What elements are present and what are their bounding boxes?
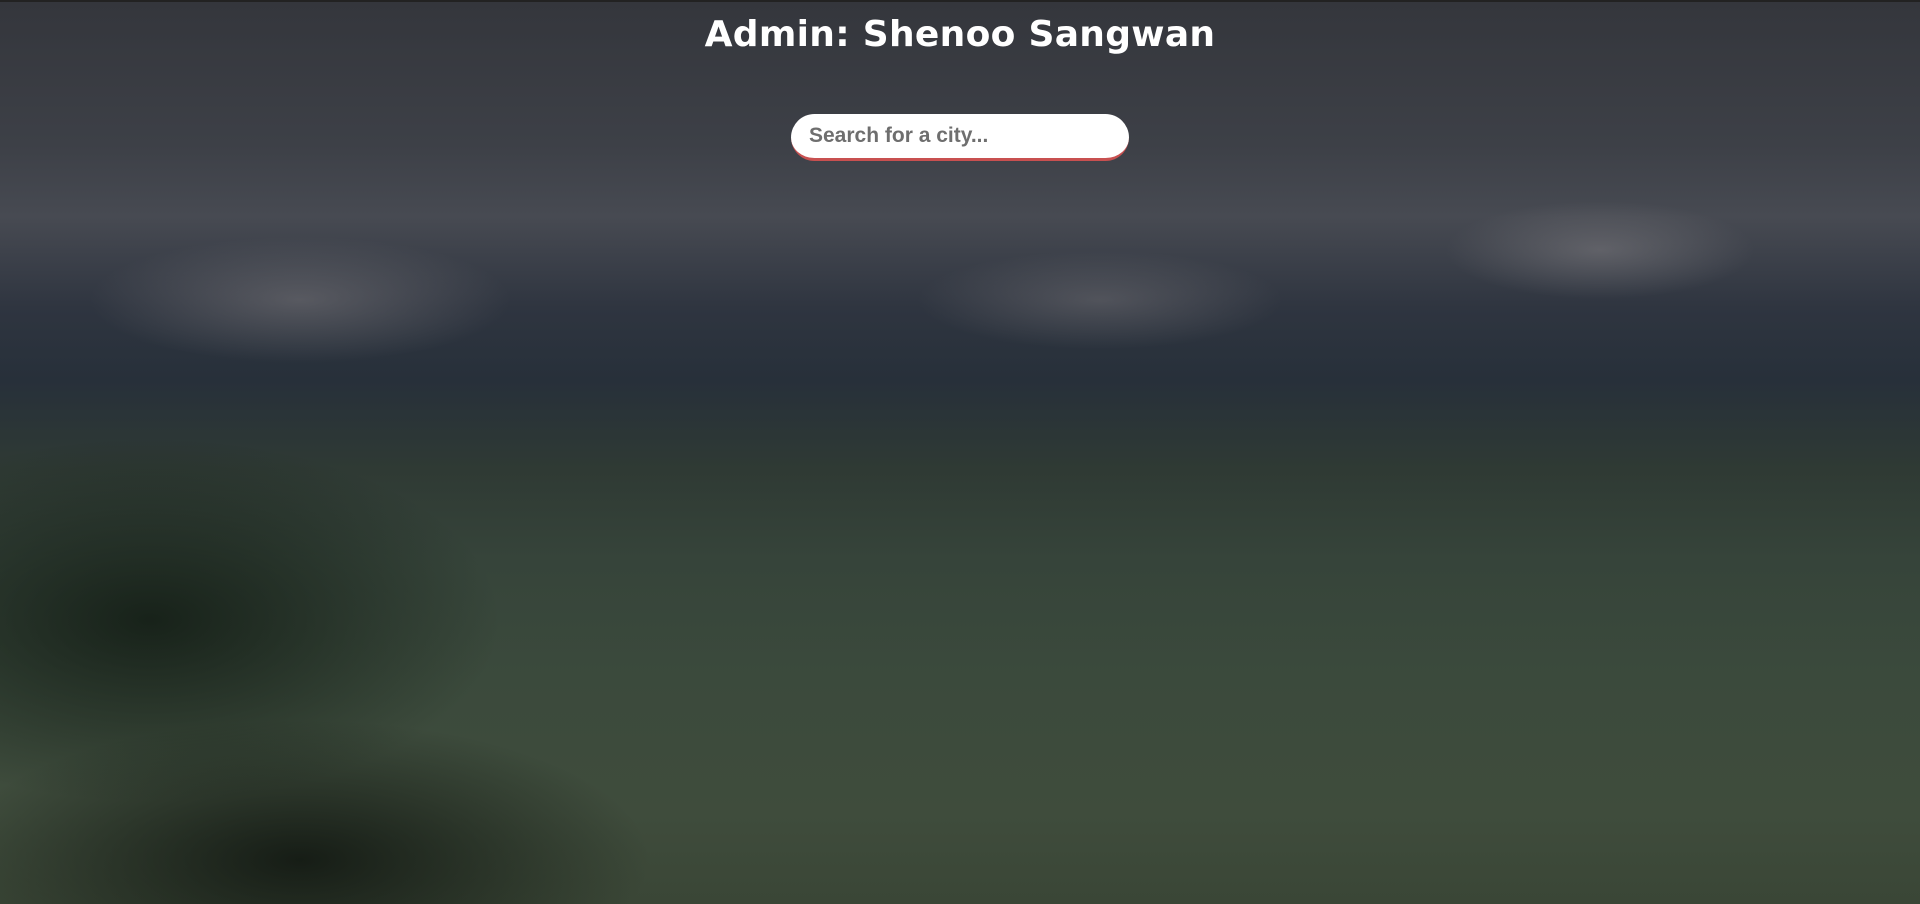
page-title: Admin: Shenoo Sangwan — [704, 14, 1216, 55]
city-search-input[interactable] — [791, 114, 1129, 161]
top-border — [0, 0, 1920, 2]
